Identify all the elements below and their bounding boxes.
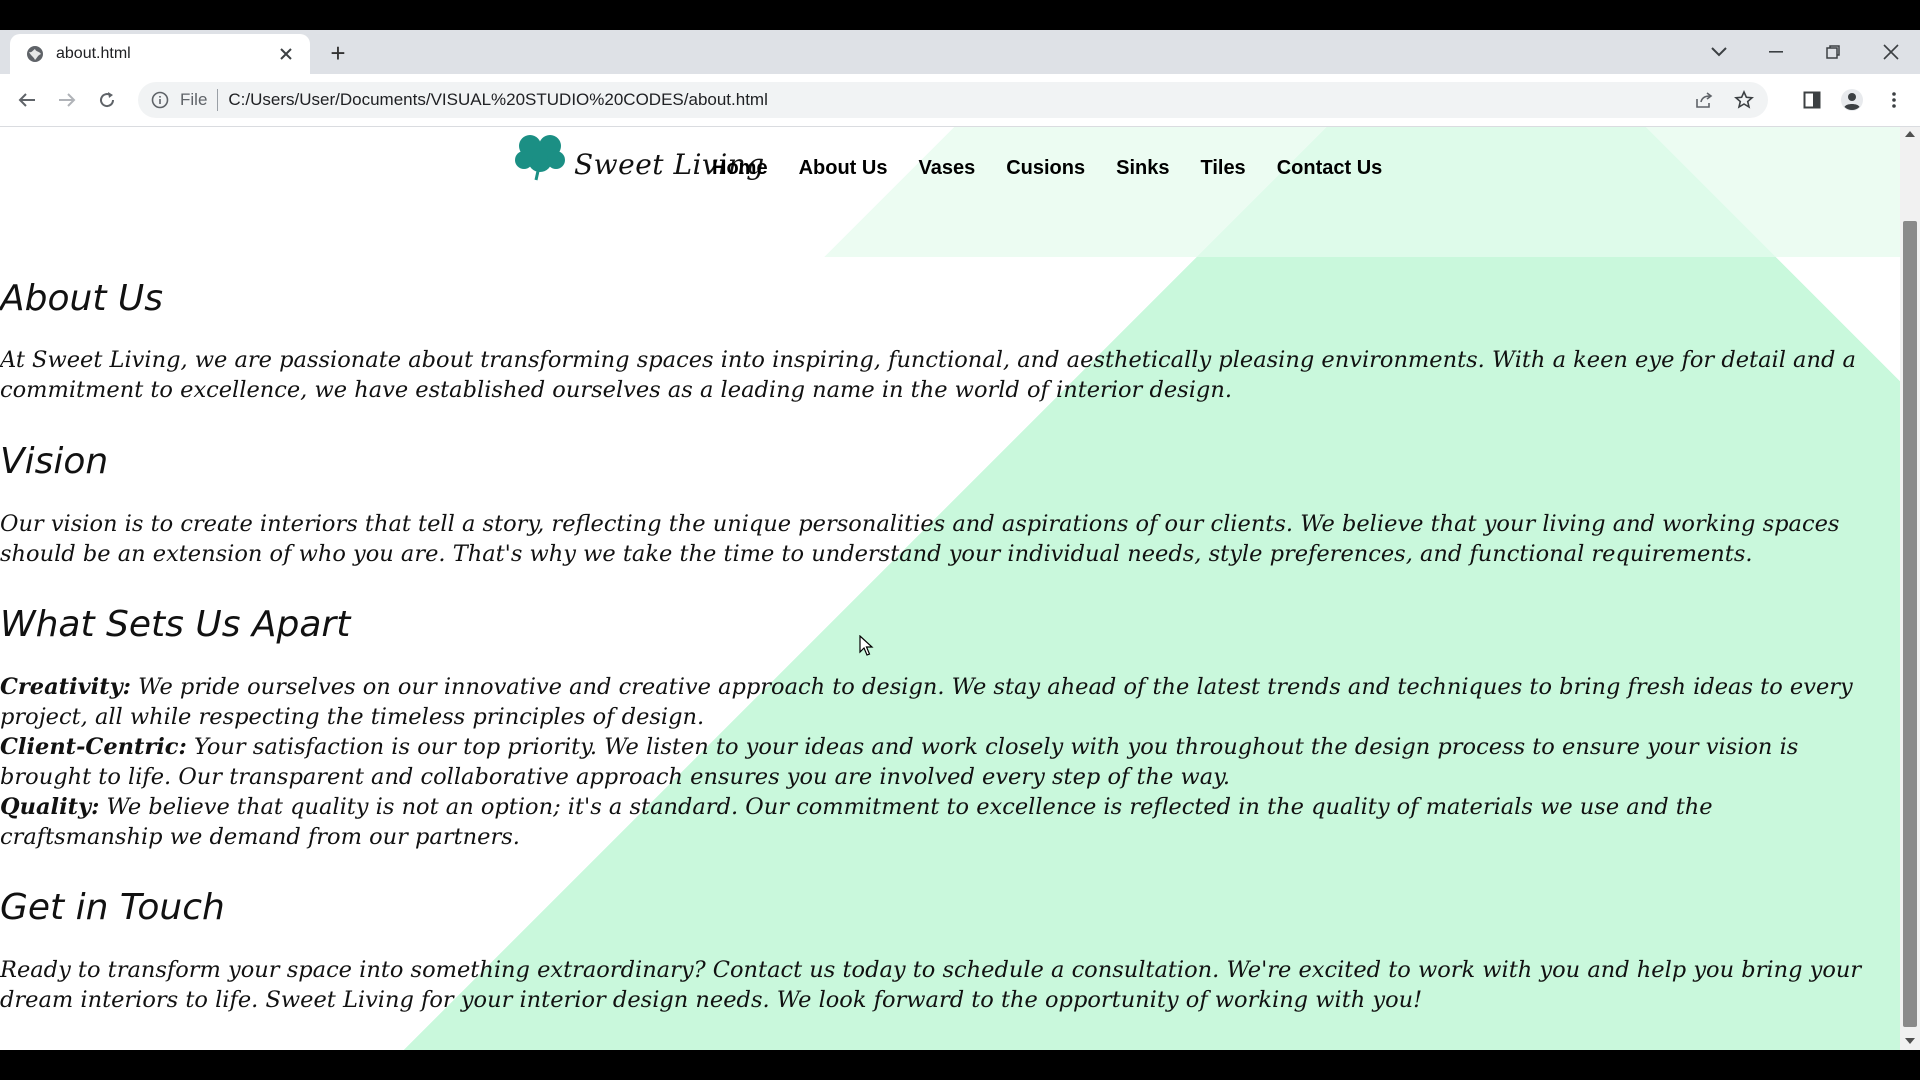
side-panel-icon[interactable]: [1796, 84, 1828, 116]
profile-avatar-icon[interactable]: [1836, 84, 1868, 116]
tab-strip: about.html +: [0, 30, 1920, 74]
vertical-scrollbar[interactable]: [1900, 127, 1920, 1050]
browser-toolbar: File C:/Users/User/Documents/VISUAL%20ST…: [0, 74, 1920, 127]
point-text: We believe that quality is not an option…: [0, 794, 1713, 850]
main-nav: Home About Us Vases Cusions Sinks Tiles …: [712, 157, 1413, 180]
vision-heading: Vision: [0, 441, 109, 482]
nav-contact-us[interactable]: Contact Us: [1277, 157, 1383, 180]
scrollbar-thumb[interactable]: [1903, 221, 1917, 1027]
about-heading: About Us: [0, 278, 163, 319]
close-window-icon[interactable]: [1868, 34, 1914, 70]
tab-search-icon[interactable]: [1696, 34, 1742, 70]
scheme-label: File: [180, 90, 208, 109]
apart-paragraph: Creativity: We pride ourselves on our in…: [0, 672, 1880, 852]
touch-paragraph: Ready to transform your space into somet…: [0, 957, 1862, 1013]
apart-heading: What Sets Us Apart: [0, 604, 351, 645]
vision-paragraph: Our vision is to create interiors that t…: [0, 511, 1840, 567]
address-bar[interactable]: File C:/Users/User/Documents/VISUAL%20ST…: [138, 82, 1768, 118]
about-paragraph: At Sweet Living, we are passionate about…: [0, 347, 1856, 403]
mouse-cursor-icon: [859, 635, 874, 656]
star-icon[interactable]: [1728, 84, 1760, 116]
nav-home[interactable]: Home: [712, 157, 768, 180]
nav-about-us[interactable]: About Us: [799, 157, 888, 180]
info-icon[interactable]: [150, 90, 170, 110]
restore-icon[interactable]: [1810, 34, 1856, 70]
clover-logo-icon: [515, 135, 565, 181]
omnibox-divider: [217, 89, 219, 111]
point-label: Quality:: [0, 794, 100, 820]
point-text: We pride ourselves on our innovative and…: [0, 674, 1853, 730]
forward-arrow-icon[interactable]: [51, 84, 83, 116]
nav-vases[interactable]: Vases: [918, 157, 975, 180]
globe-icon: [26, 45, 44, 63]
point-text: Your satisfaction is our top priority. W…: [0, 734, 1799, 790]
menu-kebab-icon[interactable]: [1878, 84, 1910, 116]
nav-cusions[interactable]: Cusions: [1006, 157, 1085, 180]
site-header: Sweet Living Home About Us Vases Cusions…: [0, 127, 1900, 257]
nav-tiles[interactable]: Tiles: [1200, 157, 1245, 180]
screen: about.html + File C:/Users/User/Document…: [0, 0, 1920, 1080]
nav-sinks[interactable]: Sinks: [1116, 157, 1169, 180]
page-viewport: Sweet Living Home About Us Vases Cusions…: [0, 127, 1900, 1050]
close-tab-icon[interactable]: [274, 42, 298, 66]
point-label: Creativity:: [0, 674, 131, 700]
share-icon[interactable]: [1688, 84, 1720, 116]
url-text[interactable]: C:/Users/User/Documents/VISUAL%20STUDIO%…: [228, 90, 1688, 110]
scroll-down-arrow-icon[interactable]: [1905, 1038, 1915, 1044]
touch-heading: Get in Touch: [0, 887, 225, 928]
reload-icon[interactable]: [91, 84, 123, 116]
back-arrow-icon[interactable]: [11, 84, 43, 116]
browser-tab[interactable]: about.html: [10, 34, 310, 74]
scroll-up-arrow-icon[interactable]: [1905, 131, 1915, 137]
minimize-icon[interactable]: [1753, 34, 1799, 70]
new-tab-button[interactable]: +: [323, 38, 353, 68]
tab-title: about.html: [56, 45, 131, 62]
point-label: Client-Centric:: [0, 734, 187, 760]
